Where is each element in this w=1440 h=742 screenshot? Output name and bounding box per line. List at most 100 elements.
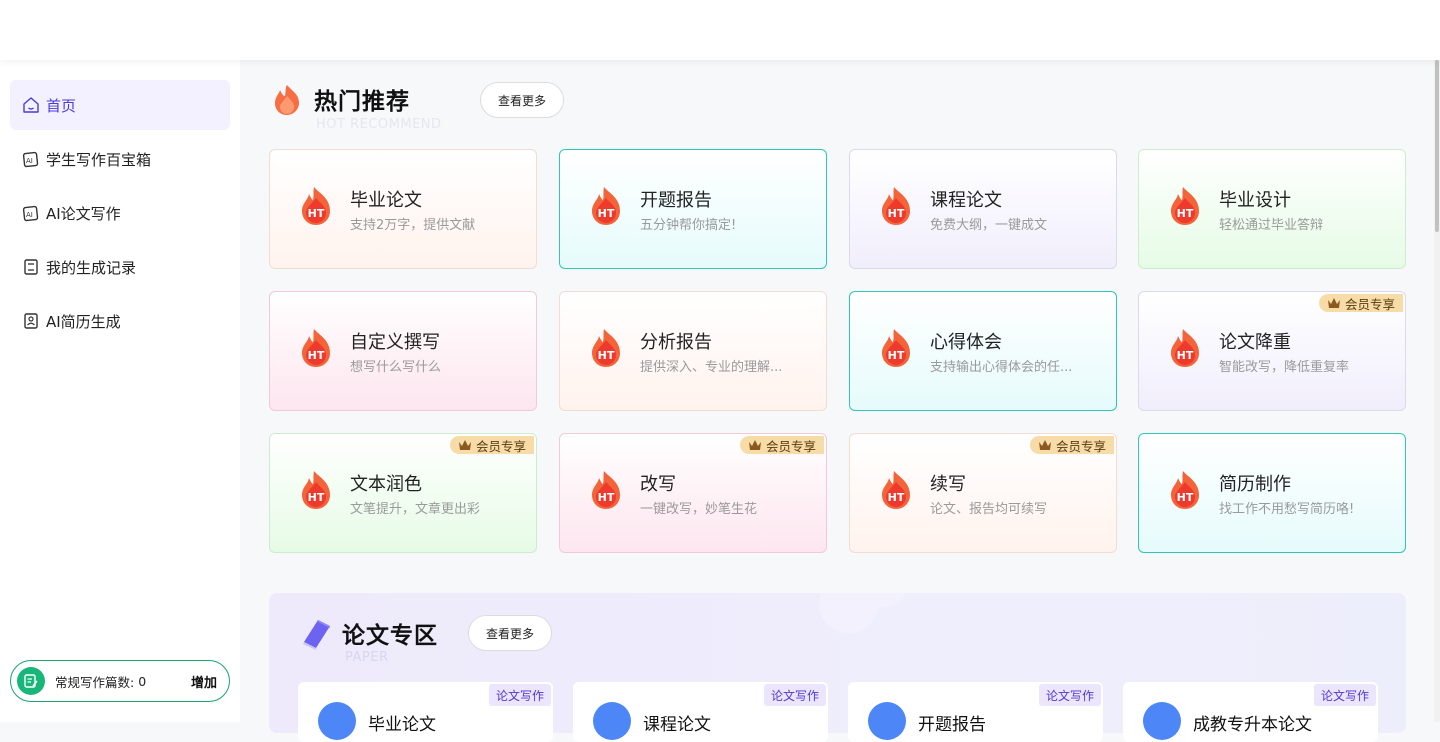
paper-card-title: 成教专升本论文	[1193, 715, 1312, 735]
crown-icon	[1038, 440, 1051, 450]
svg-text:HT: HT	[888, 491, 905, 504]
svg-text:HT: HT	[1177, 349, 1194, 362]
fire-ht-icon: HT	[592, 471, 620, 509]
quota-count: 0	[138, 673, 147, 689]
fire-ht-icon: HT	[882, 187, 910, 225]
fire-ht-icon: HT	[592, 329, 620, 367]
svg-text:HT: HT	[598, 207, 615, 220]
paper-card-tag: 论文写作	[1038, 684, 1101, 706]
feature-card-desc: 论文、报告均可续写	[930, 502, 1048, 517]
sidebar-item-records[interactable]: 我的生成记录	[10, 242, 230, 292]
svg-text:HT: HT	[888, 207, 905, 220]
feature-card-desc: 智能改写，降低重复率	[1219, 360, 1350, 375]
feature-card-desc: 支持输出心得体会的任...	[930, 360, 1073, 375]
home-icon	[23, 97, 39, 113]
document-icon	[318, 702, 356, 740]
fire-logo-icon	[275, 85, 299, 115]
sidebar-item-label: 学生写作百宝箱	[46, 150, 152, 169]
feature-card[interactable]: HT 毕业论文支持2万字，提供文献	[269, 149, 537, 269]
feature-card-title: 论文降重	[1219, 332, 1291, 353]
add-quota-button[interactable]: 增加	[191, 672, 217, 691]
sidebar-item-label: 我的生成记录	[46, 258, 137, 277]
feature-card[interactable]: HT 分析报告 提供深入、专业的理解...	[559, 291, 827, 411]
crown-icon	[458, 440, 471, 450]
ai-doc-icon: AI	[22, 151, 39, 168]
sidebar-item-label: AI论文写作	[46, 204, 121, 223]
sidebar-item-writing-toolbox[interactable]: AI 学生写作百宝箱	[10, 134, 230, 184]
member-badge: 会员专享	[449, 436, 534, 454]
ai-doc-icon: AI	[22, 205, 39, 222]
fire-ht-icon: HT	[592, 187, 620, 225]
member-badge: 会员专享	[1029, 436, 1114, 454]
feature-card-title: 自定义撰写	[350, 332, 440, 353]
feature-card[interactable]: HT 续写论文、报告均可续写 会员专享	[849, 433, 1117, 553]
feature-card[interactable]: HT 论文降重智能改写，降低重复率 会员专享	[1138, 291, 1406, 411]
fire-ht-icon: HT	[302, 187, 330, 225]
paper-card-title: 开题报告	[918, 715, 986, 735]
svg-text:HT: HT	[598, 349, 615, 362]
feature-card-title: 分析报告	[640, 332, 712, 353]
writing-quota: 常规写作篇数: 0 增加	[10, 660, 230, 702]
svg-text:HT: HT	[888, 349, 905, 362]
member-badge: 会员专享	[1318, 294, 1403, 312]
feature-card-title: 改写	[640, 474, 676, 495]
record-icon	[24, 259, 38, 275]
paper-section-subtitle: PAPER	[345, 650, 389, 665]
paper-card[interactable]: 论文写作 成教专升本论文	[1123, 682, 1378, 742]
member-badge-label: 会员专享	[1344, 296, 1395, 312]
feature-card-title: 课程论文	[930, 190, 1002, 211]
paper-view-more-button[interactable]: 查看更多	[468, 615, 553, 651]
svg-text:HT: HT	[308, 491, 325, 504]
feature-card[interactable]: HT 改写一键改写，妙笔生花 会员专享	[559, 433, 827, 553]
sidebar: 首页 AI 学生写作百宝箱 AI AI论文写作 我的生成记录 AI简历生成 常规…	[0, 60, 240, 722]
feature-card-desc: 找工作不用愁写简历咯!	[1219, 502, 1355, 517]
paper-card[interactable]: 论文写作 开题报告	[848, 682, 1103, 742]
feature-card-title: 毕业论文	[350, 190, 422, 211]
scrollbar-thumb[interactable]	[1435, 60, 1439, 232]
feature-card-title: 文本润色	[350, 474, 422, 495]
feature-card-desc: 一键改写，妙笔生花	[640, 502, 758, 517]
hot-view-more-button[interactable]: 查看更多	[480, 82, 565, 118]
feature-card-title: 毕业设计	[1219, 190, 1291, 211]
sidebar-item-ai-paper[interactable]: AI AI论文写作	[10, 188, 230, 238]
fire-ht-icon: HT	[302, 329, 330, 367]
feature-card[interactable]: HT 简历制作 找工作不用愁写简历咯!	[1138, 433, 1406, 553]
member-badge-label: 会员专享	[1055, 438, 1106, 454]
feature-card[interactable]: HT 毕业设计 轻松通过毕业答辩	[1138, 149, 1406, 269]
svg-text:HT: HT	[1177, 491, 1194, 504]
quota-label: 常规写作篇数:	[55, 674, 135, 690]
paper-card[interactable]: 论文写作 课程论文	[573, 682, 828, 742]
paper-card[interactable]: 论文写作 毕业论文	[298, 682, 553, 742]
feature-card-desc: 文笔提升，文章更出彩	[350, 502, 481, 517]
feature-card[interactable]: HT 课程论文 免费大纲，一键成文	[849, 149, 1117, 269]
hot-section-subtitle: HOT RECOMMEND	[316, 117, 442, 132]
fire-ht-icon: HT	[882, 329, 910, 367]
svg-text:AI: AI	[26, 157, 33, 165]
member-badge-label: 会员专享	[475, 438, 526, 454]
member-badge-label: 会员专享	[765, 438, 816, 454]
svg-text:HT: HT	[308, 207, 325, 220]
fire-ht-icon: HT	[882, 471, 910, 509]
fire-ht-icon: HT	[1171, 329, 1199, 367]
book-icon	[303, 620, 330, 650]
feature-card-desc: 支持2万字，提供文献	[350, 218, 476, 233]
sidebar-item-resume[interactable]: AI简历生成	[10, 296, 230, 346]
hot-section-title: 热门推荐	[314, 89, 410, 115]
sidebar-item-home[interactable]: 首页	[10, 80, 230, 130]
feature-card[interactable]: HT 文本润色文笔提升，文章更出彩 会员专享	[269, 433, 537, 553]
feature-card-title: 开题报告	[640, 190, 712, 211]
feature-card-desc: 五分钟帮你搞定!	[640, 218, 737, 233]
svg-text:AI: AI	[26, 211, 33, 219]
edit-doc-icon	[17, 667, 45, 695]
feature-card-title: 续写	[930, 474, 966, 495]
scrollbar[interactable]	[1434, 60, 1440, 722]
document-icon	[868, 702, 906, 740]
paper-card-title: 毕业论文	[368, 715, 436, 735]
paper-card-tag: 论文写作	[763, 684, 826, 706]
feature-card[interactable]: HT 自定义撰写 想写什么写什么	[269, 291, 537, 411]
top-bar	[0, 0, 1440, 60]
feature-card[interactable]: HT 开题报告五分钟帮你搞定!	[559, 149, 827, 269]
crown-icon	[1327, 298, 1340, 308]
feature-card[interactable]: HT 心得体会 支持输出心得体会的任...	[849, 291, 1117, 411]
resume-icon	[24, 313, 38, 329]
